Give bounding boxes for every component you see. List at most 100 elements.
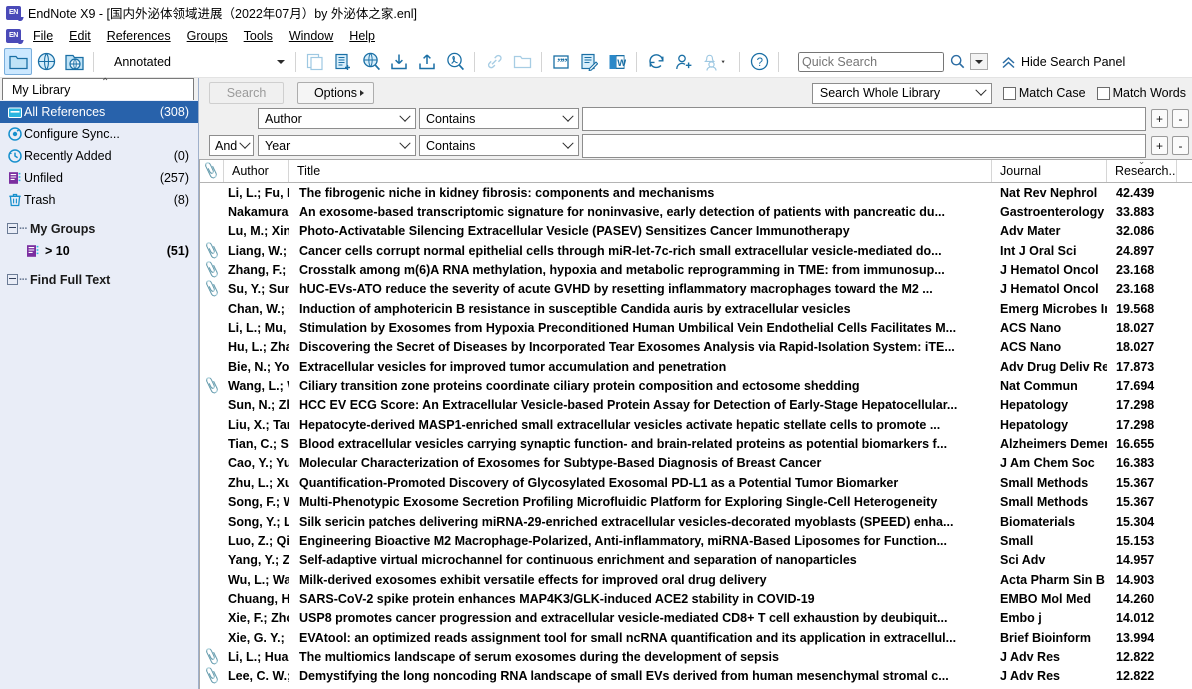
table-row[interactable]: 📎 Liang, W.; Che... Cancer cells corrupt n… (200, 241, 1192, 260)
sidebar-item-trash[interactable]: Trash (8) (0, 189, 198, 211)
sidebar-item-unfiled[interactable]: Unfiled (257) (0, 167, 198, 189)
sidebar-item-count: (257) (159, 171, 189, 185)
menu-tools[interactable]: Tools (236, 27, 281, 45)
table-row[interactable]: Xie, G. Y.; Liu, ... EVAtool: an optimize… (200, 628, 1192, 647)
open-pdf-icon[interactable] (441, 48, 469, 75)
table-row[interactable]: Nakamura, K.;... An exosome-based transcr… (200, 202, 1192, 221)
local-library-icon[interactable] (4, 48, 32, 75)
table-row[interactable]: 📎 Li, L.; Huang, L... The multiomics lands… (200, 647, 1192, 666)
search-term-input-2[interactable] (582, 133, 1146, 158)
table-row[interactable]: Cao, Y.; Yu, X.; ... Molecular Characteri… (200, 454, 1192, 473)
column-header-attachment[interactable]: 📎 (200, 160, 224, 182)
table-row[interactable]: 📎 Su, Y.; Sun, X.; ... hUC-EVs-ATO reduce … (200, 280, 1192, 299)
table-row[interactable]: 📎 Wang, L.; Wen... Ciliary transition zone… (200, 376, 1192, 395)
sidebar-item-recently-added[interactable]: Recently Added (0) (0, 145, 198, 167)
paperclip-icon: 📎 (202, 376, 222, 395)
column-header-title[interactable]: Title (289, 160, 992, 182)
collapse-toggle-icon[interactable] (7, 274, 18, 285)
table-row[interactable]: Xie, F.; Zhou, ... USP8 promotes cancer p… (200, 609, 1192, 628)
table-row[interactable]: Hu, L.; Zhang, ... Discovering the Secret… (200, 338, 1192, 357)
table-row[interactable]: Li, L.; Mu, J.; Z... Stimulation by Exoso… (200, 318, 1192, 337)
format-bibliography-icon[interactable] (575, 48, 603, 75)
column-header-journal[interactable]: Journal (992, 160, 1107, 182)
remove-search-row-button-2[interactable]: - (1172, 136, 1189, 155)
options-button[interactable]: Options (297, 82, 374, 104)
notify-icon[interactable] (698, 48, 734, 75)
table-row[interactable]: Sun, N.; Zhang... HCC EV ECG Score: An Ex… (200, 396, 1192, 415)
table-row[interactable]: Liu, X.; Tan, S.;... Hepatocyte-derived M… (200, 415, 1192, 434)
search-panel: Search Options Search Whole Library Matc… (199, 78, 1192, 160)
sidebar-group-gt10[interactable]: > 10 (51) (0, 240, 198, 262)
table-row[interactable]: Wu, L.; Wang, ... Milk-derived exosomes e… (200, 570, 1192, 589)
table-row[interactable]: Bie, N.; Yong, ... Extracellular vesicles… (200, 357, 1192, 376)
import-icon[interactable] (385, 48, 413, 75)
table-row[interactable]: Song, Y.; Li, M.... Silk sericin patches … (200, 512, 1192, 531)
share-library-icon[interactable] (670, 48, 698, 75)
help-icon[interactable]: ? (745, 48, 773, 75)
table-row[interactable]: 📎 Lee, C. W.; Ch... Demystifying the long … (200, 667, 1192, 686)
online-search-mode-icon[interactable] (357, 48, 385, 75)
copy-references-icon[interactable] (301, 48, 329, 75)
search-field-select-2[interactable]: Year (258, 135, 416, 156)
sidebar-item-count: (8) (173, 193, 189, 207)
cwyw-word-icon[interactable]: W (603, 48, 631, 75)
table-row[interactable]: Tian, C.; Stew... Blood extracellular ves… (200, 434, 1192, 453)
table-row[interactable]: Zhu, L.; Xu, Y.; ... Quantification-Promo… (200, 473, 1192, 492)
search-field-select-1[interactable]: Author (258, 108, 416, 129)
search-button[interactable]: Search (209, 82, 284, 104)
output-style-select[interactable]: Annotated (105, 50, 290, 73)
search-operator-select-2[interactable]: And (209, 135, 254, 156)
menu-edit[interactable]: Edit (61, 27, 99, 45)
table-row[interactable]: Chan, W.; Cho... Induction of amphoterici… (200, 299, 1192, 318)
menu-file[interactable]: File (25, 27, 61, 45)
quick-search-options-button[interactable] (970, 53, 988, 70)
table-row[interactable]: Li, L.; Fu, H.; Li... The fibrogenic nich… (200, 183, 1192, 202)
remove-search-row-button-1[interactable]: - (1172, 109, 1189, 128)
search-term-input-1[interactable] (582, 106, 1146, 131)
group-header-my-groups[interactable]: ··· My Groups (0, 217, 198, 240)
sidebar-item-all-references[interactable]: All References (308) (0, 101, 198, 123)
column-header-research-notes[interactable]: ⌄ Research... (1107, 160, 1177, 182)
table-row[interactable]: Luo, Z.; Qi, B.; ... Engineering Bioactiv… (200, 531, 1192, 550)
link-icon[interactable] (480, 48, 508, 75)
group-header-find-full-text[interactable]: ··· Find Full Text (0, 268, 198, 291)
add-search-row-button-2[interactable]: + (1151, 136, 1168, 155)
menu-window[interactable]: Window (281, 27, 341, 45)
insert-citation-icon[interactable]: ”” (547, 48, 575, 75)
table-row[interactable]: Yang, Y.; Zhan... Self-adaptive virtual m… (200, 551, 1192, 570)
online-search-icon[interactable] (32, 48, 60, 75)
menu-groups[interactable]: Groups (179, 27, 236, 45)
search-icon[interactable] (950, 54, 965, 69)
sync-icon[interactable] (642, 48, 670, 75)
search-scope-select[interactable]: Search Whole Library (811, 82, 992, 104)
menu-app-icon[interactable]: EN (6, 28, 21, 43)
integrated-library-icon[interactable] (60, 48, 88, 75)
row-journal-cell: Small Methods (1000, 475, 1089, 490)
quick-search-group[interactable] (798, 51, 988, 72)
collapse-toggle-icon[interactable] (7, 223, 18, 234)
sidebar-item-configure-sync[interactable]: Configure Sync... (0, 123, 198, 145)
search-comparator-select-1[interactable]: Contains (419, 108, 579, 129)
add-search-row-button-1[interactable]: + (1151, 109, 1168, 128)
new-reference-icon[interactable] (329, 48, 357, 75)
open-folder-icon[interactable] (508, 48, 536, 75)
menu-references[interactable]: References (99, 27, 179, 45)
row-title-cell: Engineering Bioactive M2 Macrophage-Pola… (299, 533, 948, 548)
my-library-tab[interactable]: My Library ⌃ (2, 77, 194, 100)
menu-help[interactable]: Help (341, 27, 383, 45)
toolbar-separator-7 (778, 51, 779, 72)
table-row[interactable]: 📎 Zhang, F.; Liu, ... Crosstalk among m(6)… (200, 260, 1192, 279)
checkbox-box[interactable] (1002, 86, 1016, 100)
search-comparator-select-2[interactable]: Contains (419, 135, 579, 156)
checkbox-box[interactable] (1096, 86, 1110, 100)
column-header-author[interactable]: Author (224, 160, 289, 182)
export-icon[interactable] (413, 48, 441, 75)
hide-search-panel-button[interactable]: Hide Search Panel (1001, 55, 1125, 69)
quick-search-input[interactable] (798, 51, 944, 72)
library-sidebar: My Library ⌃ All References (308) Config… (0, 77, 199, 689)
match-words-checkbox[interactable]: Match Words (1096, 86, 1186, 100)
table-row[interactable]: Chuang, H. C.; ... SARS-CoV-2 spike prote… (200, 589, 1192, 608)
table-row[interactable]: Lu, M.; Xing, H... Photo-Activatable Sile… (200, 222, 1192, 241)
match-case-checkbox[interactable]: Match Case (1002, 86, 1086, 100)
table-row[interactable]: Song, F.; Wan... Multi-Phenotypic Exosome… (200, 493, 1192, 512)
